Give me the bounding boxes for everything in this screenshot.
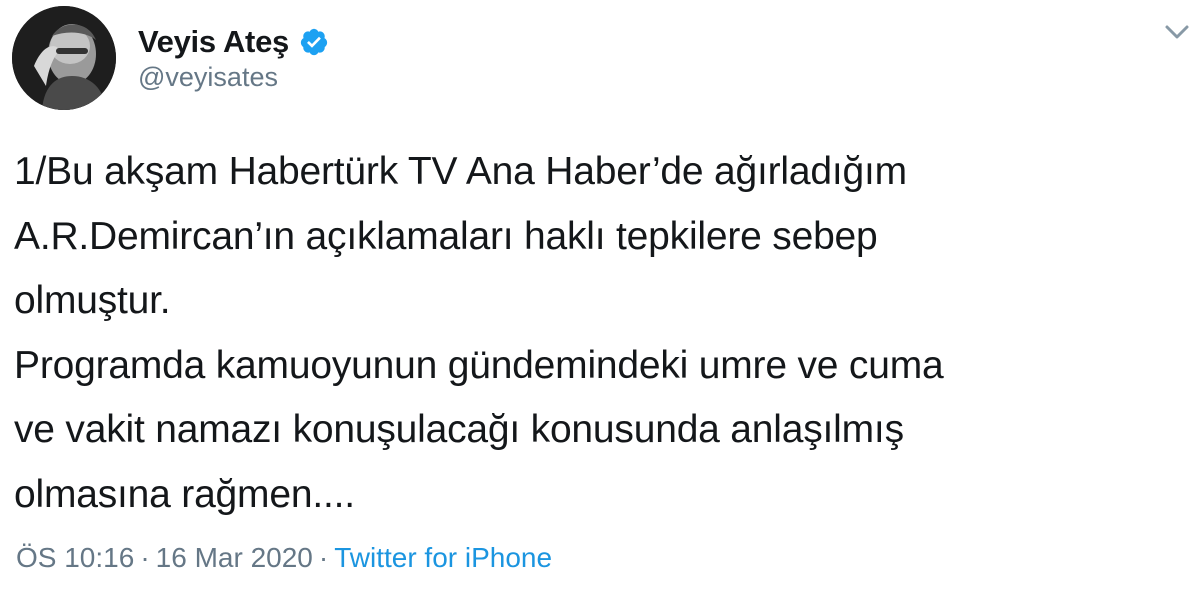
profile-photo-avatar xyxy=(12,6,116,110)
author-display-name[interactable]: Veyis Ateş xyxy=(138,24,289,60)
tweet-text: 1/Bu akşam Habertürk TV Ana Haber’de ağı… xyxy=(14,140,1194,527)
author-handle[interactable]: @veyisates xyxy=(138,62,278,93)
meta-separator: · xyxy=(140,542,150,573)
tweet-text-line: 1/Bu akşam Habertürk TV Ana Haber’de ağı… xyxy=(14,150,907,193)
tweet-card: Veyis Ateş @veyisates 1/Bu akşam Habertü… xyxy=(0,0,1200,602)
meta-separator: · xyxy=(318,542,329,573)
tweet-meta: ÖS 10:16 · 16 Mar 2020 · Twitter for iPhone xyxy=(16,542,552,574)
verified-badge-icon xyxy=(299,27,329,57)
author-name-row[interactable]: Veyis Ateş xyxy=(138,22,329,62)
tweet-text-line: A.R.Demircan’ın açıklamaları haklı tepki… xyxy=(14,214,878,258)
tweet-source-link[interactable]: Twitter for iPhone xyxy=(334,542,552,573)
tweet-text-line: olmuştur. xyxy=(14,279,171,322)
tweet-date[interactable]: 16 Mar 2020 xyxy=(156,542,313,573)
tweet-text-line: olmasına rağmen.... xyxy=(14,472,355,516)
tweet-text-line: Programda kamuoyunun gündemindeki umre v… xyxy=(14,343,944,387)
chevron-down-icon[interactable] xyxy=(1164,22,1190,42)
avatar[interactable] xyxy=(12,6,116,110)
tweet-text-line: ve vakit namazı konuşulacağı konusunda a… xyxy=(14,408,904,451)
tweet-time[interactable]: ÖS 10:16 xyxy=(16,542,134,573)
